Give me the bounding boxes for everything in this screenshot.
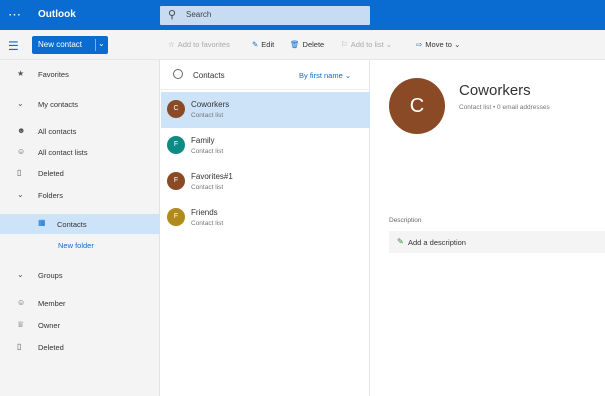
page-title: Coworkers [459,82,531,99]
move-to-button[interactable]: ⇨ Move to ⌄ [416,40,460,49]
people-icon: ☺ [17,147,26,156]
chevron-down-icon: ⌄ [17,270,24,279]
chevron-down-icon: ⌄ [17,99,24,108]
item-name: Family [191,136,215,145]
trash-icon: 🗑 [290,40,300,49]
nav-favorites[interactable]: ★ Favorites [0,65,160,83]
item-name: Favorites#1 [191,172,233,181]
list-item[interactable]: F Favorites#1 Contact list [161,164,370,200]
search-icon: ⚲ [168,9,177,21]
item-name: Coworkers [191,100,230,109]
item-subtitle: Contact list [191,112,224,119]
item-subtitle: Contact list [191,148,224,155]
trash-icon: ▯ [17,168,22,177]
person-icon: ☻ [17,126,26,135]
owner-icon: ♕ [17,320,25,329]
nav-my-contacts[interactable]: ⌄ My contacts [0,95,160,113]
star-icon: ☆ [168,40,175,49]
pencil-icon: ✎ [397,237,404,246]
pencil-icon: ✎ [252,40,259,49]
list-item[interactable]: F Family Contact list [161,128,370,164]
item-subtitle: Contact list [191,220,224,227]
edit-button[interactable]: ✎ Edit [252,40,274,49]
top-bar: ⋯ Outlook ⚲ Search [0,0,605,30]
command-bar: ☰ New contact ⌄ ☆ Add to favorites ✎ Edit … [0,30,605,60]
people-icon: ☺ [17,298,26,307]
hamburger-menu-icon[interactable]: ☰ [8,39,19,53]
star-icon: ★ [17,69,25,78]
contact-list-pane: Contacts By first name ⌄ C Coworkers Con… [161,60,370,396]
nav-all-contact-lists[interactable]: ☺ All contact lists [0,143,160,161]
nav-contacts-folder[interactable]: ▦ Contacts [0,214,160,234]
move-icon: ⇨ [416,40,423,49]
detail-pane: C Coworkers Contact list • 0 email addre… [371,60,605,396]
list-item[interactable]: C Coworkers Contact list [161,92,370,128]
chevron-down-icon[interactable]: ⌄ [98,39,105,48]
add-description-field[interactable]: ✎ Add a description [389,231,605,253]
select-all-radio[interactable] [173,69,183,79]
detail-subtitle: Contact list • 0 email addresses [459,104,550,111]
nav-owner[interactable]: ♕ Owner [0,316,160,334]
list-item[interactable]: F Friends Contact list [161,200,370,236]
nav-all-contacts[interactable]: ☻ All contacts [0,122,160,140]
new-contact-button[interactable]: New contact ⌄ [32,36,108,54]
chevron-down-icon: ⌄ [17,190,24,199]
trash-icon: ▯ [17,342,22,351]
new-folder-link[interactable]: New folder [0,236,160,254]
add-to-list-button[interactable]: ⚐ Add to list ⌄ [341,40,392,49]
item-name: Friends [191,208,218,217]
button-divider [95,39,96,51]
list-title: Contacts [193,71,225,80]
app-launcher-icon[interactable]: ⋯ [8,8,22,22]
avatar: F [167,172,185,190]
avatar: C [167,100,185,118]
delete-button[interactable]: 🗑 Delete [290,40,324,49]
add-people-icon: ⚐ [341,40,348,49]
avatar: F [167,208,185,226]
nav-groups-deleted[interactable]: ▯ Deleted [0,338,160,356]
left-nav-pane: ★ Favorites ⌄ My contacts ☻ All contacts… [0,60,160,396]
contact-card-icon: ▦ [38,218,46,227]
item-subtitle: Contact list [191,184,224,191]
search-box[interactable]: ⚲ Search [160,6,370,25]
nav-groups[interactable]: ⌄ Groups [0,266,160,284]
nav-deleted[interactable]: ▯ Deleted [0,164,160,182]
new-contact-label: New contact [38,40,83,49]
sort-dropdown[interactable]: By first name ⌄ [299,71,351,80]
avatar: C [389,78,445,134]
list-header: Contacts By first name ⌄ [161,60,370,90]
avatar: F [167,136,185,154]
add-description-text: Add a description [408,238,466,247]
description-label: Description [389,217,422,224]
add-to-favorites-button[interactable]: ☆ Add to favorites [168,40,230,49]
search-placeholder: Search [186,10,212,19]
nav-folders[interactable]: ⌄ Folders [0,186,160,204]
nav-member[interactable]: ☺ Member [0,294,160,312]
app-name[interactable]: Outlook [38,9,76,20]
